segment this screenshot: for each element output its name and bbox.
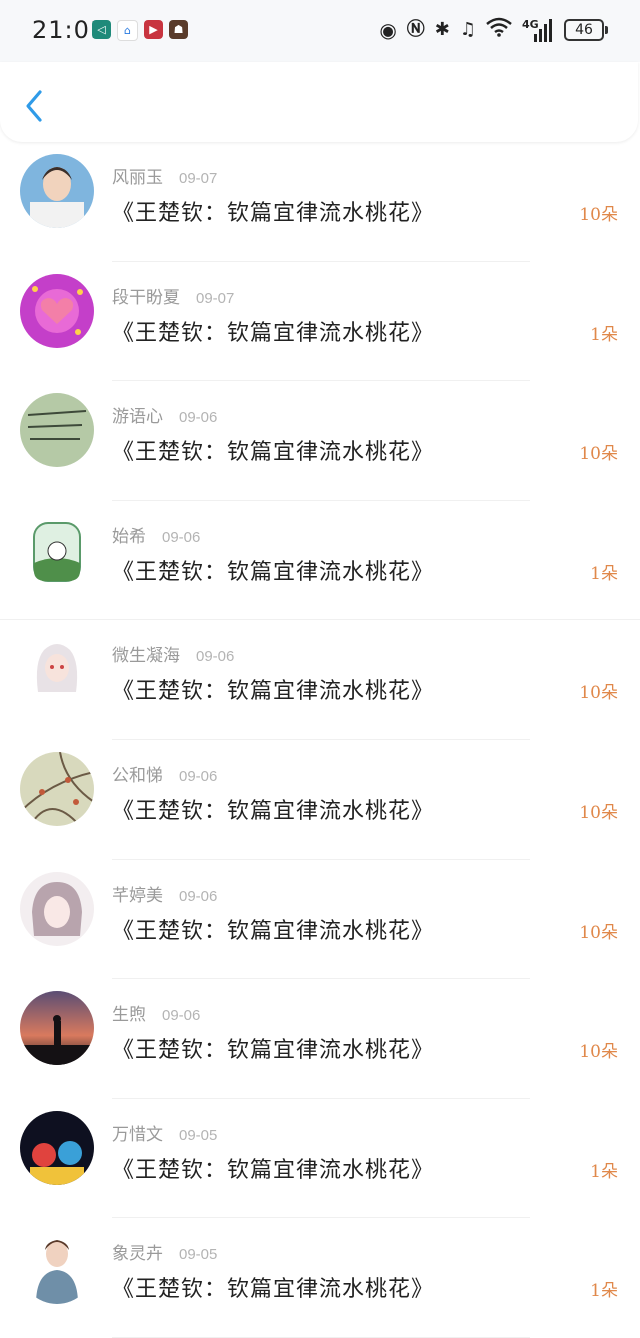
notification-icons: ◁ ⌂ ▶ ☗ [92,20,194,41]
item-title[interactable]: 《王楚钦：钦篇宜律流水桃花》 [112,554,434,586]
item-date: 09-06 [179,887,218,905]
mute-bell-icon: ♫ [459,19,476,40]
list-item[interactable]: 风丽玉 09-07 《王楚钦：钦篇宜律流水桃花》 10朵 [0,142,640,262]
telegram-app-icon: ◁ [92,20,111,39]
chevron-left-icon [26,90,42,122]
item-date: 09-06 [179,767,218,785]
list-item[interactable]: 游语心 09-06 《王楚钦：钦篇宜律流水桃花》 10朵 [0,381,640,501]
item-date: 09-06 [179,409,218,427]
avatar[interactable] [20,751,94,826]
list-item[interactable]: 公和悌 09-06 《王楚钦：钦篇宜律流水桃花》 10朵 [0,740,640,860]
item-title[interactable]: 《王楚钦：钦篇宜律流水桃花》 [112,913,434,945]
user-name: 风丽玉 09-07 [112,168,218,188]
avatar[interactable] [20,512,94,587]
game-app-icon: ☗ [169,20,188,39]
item-date: 09-05 [179,1126,218,1144]
flower-count: 1朵 [590,1161,618,1182]
user-name: 万惜文 09-05 [112,1124,218,1145]
flower-count: 10朵 [579,205,618,225]
item-title[interactable]: 《王楚钦：钦篇宜律流水桃花》 [112,793,434,825]
flower-count: 1朵 [590,563,618,584]
item-date: 09-05 [179,1246,218,1264]
battery-icon: 46 [564,19,608,41]
user-name: 段干盼夏 09-07 [112,287,235,308]
user-name: 芊婷美 09-06 [112,885,218,906]
flower-count: 10朵 [579,444,618,465]
user-name: 始希 09-06 [112,526,201,547]
list-item[interactable]: 芊婷美 09-06 《王楚钦：钦篇宜律流水桃花》 10朵 [0,860,640,980]
flower-count: 10朵 [579,683,618,704]
avatar[interactable] [20,871,94,946]
flower-count: 10朵 [579,1042,618,1063]
flower-count: 1朵 [590,324,618,345]
flower-count: 10朵 [579,802,618,823]
video-app-icon: ▶ [144,20,163,39]
gift-list: 风丽玉 09-07 《王楚钦：钦篇宜律流水桃花》 10朵 段干盼夏 09-07 《王… [0,142,640,1338]
item-title[interactable]: 《王楚钦：钦篇宜律流水桃花》 [112,1152,434,1184]
status-bar: 21:01 ◁ ⌂ ▶ ☗ ◉ Ⓝ ✱ ♫ 4G 46 [0,0,640,62]
list-item[interactable]: 象灵卉 09-05 《王楚钦：钦篇宜律流水桃花》 1朵 [0,1218,640,1338]
avatar[interactable] [20,991,94,1066]
list-item[interactable]: 万惜文 09-05 《王楚钦：钦篇宜律流水桃花》 1朵 [0,1099,640,1219]
avatar[interactable] [20,632,94,707]
signal-4g-icon: 4G [522,18,552,42]
list-item[interactable]: 微生凝海 09-06 《王楚钦：钦篇宜律流水桃花》 10朵 [0,620,640,740]
flower-count: 10朵 [579,922,618,943]
item-date: 09-07 [196,289,235,307]
header-bar [0,62,638,142]
avatar[interactable] [20,273,94,348]
bluetooth-icon: ✱ [434,19,450,40]
avatar[interactable] [20,393,94,468]
user-name: 游语心 09-06 [112,407,218,428]
nfc-icon: Ⓝ [406,19,425,40]
user-name: 象灵卉 09-05 [112,1244,218,1265]
item-date: 09-07 [179,170,218,187]
item-title[interactable]: 《王楚钦：钦篇宜律流水桃花》 [112,195,434,227]
item-title[interactable]: 《王楚钦：钦篇宜律流水桃花》 [112,673,434,705]
item-title[interactable]: 《王楚钦：钦篇宜律流水桃花》 [112,1271,434,1303]
list-item[interactable]: 段干盼夏 09-07 《王楚钦：钦篇宜律流水桃花》 1朵 [0,262,640,382]
user-name: 生煦 09-06 [112,1005,201,1026]
wifi-icon [486,14,512,46]
user-name: 公和悌 09-06 [112,765,218,786]
item-date: 09-06 [162,528,201,546]
back-button[interactable] [20,84,50,124]
avatar[interactable] [20,154,94,228]
item-title[interactable]: 《王楚钦：钦篇宜律流水桃花》 [112,1032,434,1064]
avatar[interactable] [20,1230,94,1305]
system-status-icons: ◉ Ⓝ ✱ ♫ 4G 46 [369,14,608,46]
eye-icon: ◉ [379,18,397,42]
list-item[interactable]: 生煦 09-06 《王楚钦：钦篇宜律流水桃花》 10朵 [0,979,640,1099]
avatar[interactable] [20,1110,94,1185]
lock-app-icon: ⌂ [117,20,138,41]
list-item[interactable]: 始希 09-06 《王楚钦：钦篇宜律流水桃花》 1朵 [0,501,640,621]
user-name: 微生凝海 09-06 [112,646,235,667]
item-title[interactable]: 《王楚钦：钦篇宜律流水桃花》 [112,315,434,347]
item-date: 09-06 [196,648,235,666]
item-date: 09-06 [162,1007,201,1025]
item-title[interactable]: 《王楚钦：钦篇宜律流水桃花》 [112,434,434,466]
flower-count: 1朵 [590,1281,618,1302]
